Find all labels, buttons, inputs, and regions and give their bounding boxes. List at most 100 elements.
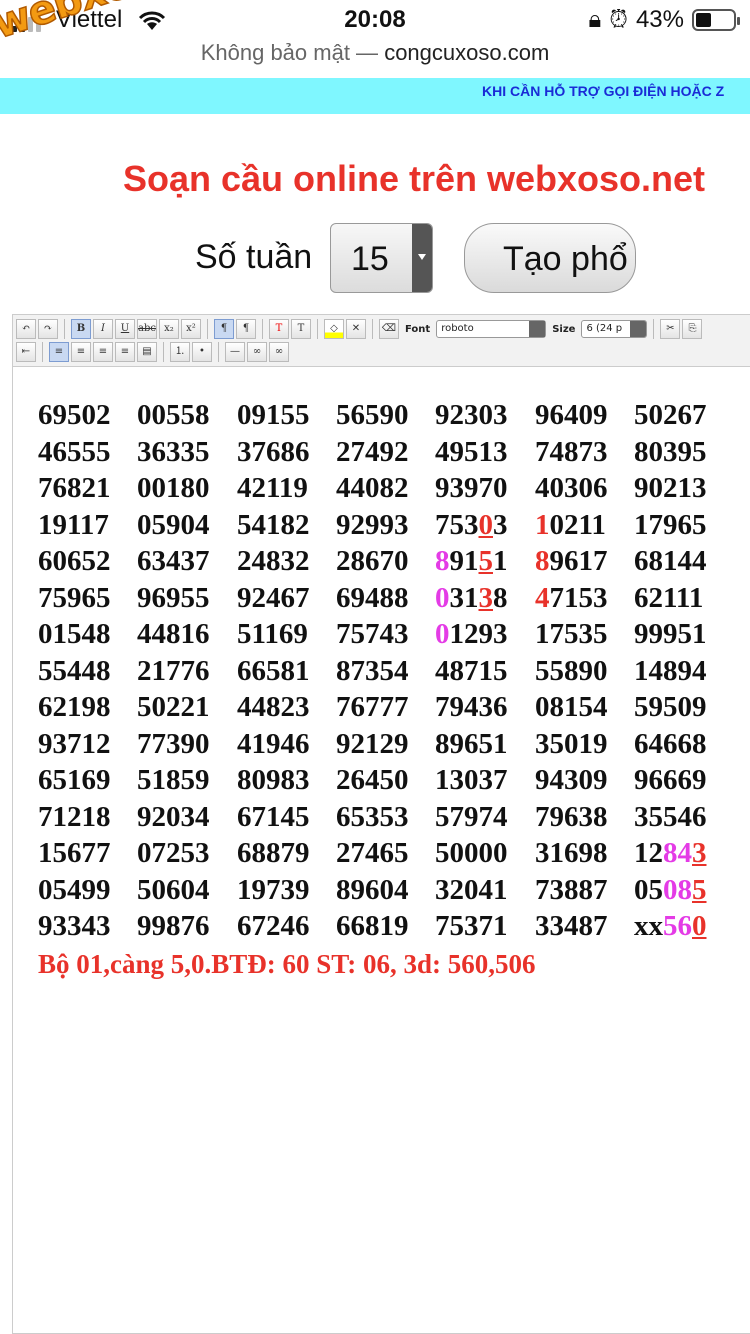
number-row: 71218 92034 67145 65353 57974 79638 35546 <box>38 801 748 838</box>
number-cell: 05904 <box>137 508 210 541</box>
size-value: 6 (24 p <box>586 323 623 334</box>
number-row: 62198 50221 44823 76777 79436 08154 59509 <box>38 691 748 728</box>
number-row: 05499 50604 19739 89604 32041 73887 05085 <box>38 874 748 911</box>
number-cell: 89151 <box>435 545 508 577</box>
number-row: 46555 36335 37686 27492 49513 74873 80395 <box>38 436 748 473</box>
number-cell: 00558 <box>137 399 210 431</box>
number-cell: 27492 <box>336 435 409 468</box>
number-cell: 44823 <box>237 691 310 723</box>
cut-icon[interactable]: ✂ <box>660 319 681 339</box>
number-cell: 50604 <box>137 873 210 906</box>
number-cell: 62198 <box>38 691 111 723</box>
copy-icon[interactable]: ⎘ <box>682 319 703 339</box>
font-value: roboto <box>441 323 474 334</box>
number-cell: 79638 <box>535 800 608 833</box>
number-cell: 96669 <box>634 764 707 796</box>
number-cell: 57974 <box>435 800 508 833</box>
ordered-list-icon[interactable]: ⒈ <box>170 342 190 362</box>
domain-label: congcuxoso.com <box>384 40 550 65</box>
number-cell: 69502 <box>38 399 111 431</box>
ltr-icon[interactable]: ¶ <box>214 319 234 339</box>
bold-icon[interactable]: B <box>71 319 91 339</box>
unlink-icon[interactable]: ∞ <box>269 342 289 362</box>
align-right-icon[interactable]: ≡ <box>93 342 113 362</box>
dropdown-arrow-icon <box>412 224 432 292</box>
link-icon[interactable]: ∞ <box>247 342 267 362</box>
italic-icon[interactable]: I <box>93 319 113 339</box>
number-cell: 47153 <box>535 581 608 614</box>
number-cell: 36335 <box>137 435 210 468</box>
weeks-label: Số tuần <box>195 238 313 276</box>
battery-icon <box>692 9 740 31</box>
strikethrough-icon[interactable]: abc <box>137 319 157 339</box>
number-cell: 80983 <box>237 764 310 796</box>
number-cell: 76821 <box>38 472 111 504</box>
number-cell: 35546 <box>634 800 707 833</box>
number-cell: 55448 <box>38 654 111 687</box>
clear-color-icon[interactable]: ✕ <box>346 319 366 339</box>
battery-percent: 43% <box>635 6 684 33</box>
text-color-icon[interactable]: T <box>269 319 289 339</box>
number-cell: 17965 <box>634 508 707 541</box>
number-cell: 93712 <box>38 727 111 760</box>
create-button-label: Tạo phổ <box>503 240 628 278</box>
number-cell: 00180 <box>137 472 210 504</box>
number-cell: 64668 <box>634 727 707 760</box>
rich-text-editor[interactable]: ↶ ↷ B I U abc x₂ x² ¶ ¶ T T ◇ ✕ ⌫ Font r… <box>12 314 750 1334</box>
number-row: 01548 44816 51169 75743 01293 17535 99951 <box>38 618 748 655</box>
number-cell: 75743 <box>336 618 409 650</box>
weeks-select[interactable]: 15 <box>330 223 433 293</box>
eraser-icon[interactable]: ⌫ <box>379 319 399 339</box>
undo-icon[interactable]: ↶ <box>16 319 36 339</box>
number-cell: 13037 <box>435 764 508 796</box>
highlight-color-icon[interactable]: ◇ <box>324 319 344 339</box>
rtl-icon[interactable]: ¶ <box>236 319 256 339</box>
number-cell: 42119 <box>237 472 308 504</box>
security-label: Không bảo mật — <box>200 40 379 65</box>
marquee-banner: KHI CẦN HỖ TRỢ GỌI ĐIỆN HOẶC Z <box>0 78 750 114</box>
number-cell: 80395 <box>634 435 707 468</box>
outdent-icon[interactable]: ⇤ <box>16 342 36 362</box>
alarm-icon: ⏰︎ <box>609 6 628 33</box>
number-cell: 19739 <box>237 873 310 906</box>
number-cell: 93970 <box>435 472 508 504</box>
number-row: 19117 05904 54182 92993 75303 10211 17965 <box>38 509 748 546</box>
number-cell: 44082 <box>336 472 409 504</box>
align-left-icon[interactable]: ≡ <box>49 342 69 362</box>
align-center-icon[interactable]: ≡ <box>71 342 91 362</box>
number-cell: 08154 <box>535 691 608 723</box>
align-justify-icon[interactable]: ≡ <box>115 342 135 362</box>
number-cell: 55890 <box>535 654 608 687</box>
number-cell: 35019 <box>535 727 608 760</box>
weeks-value: 15 <box>351 240 389 278</box>
horizontal-rule-icon[interactable]: — <box>225 342 245 362</box>
number-cell: 54182 <box>237 508 310 541</box>
font-select[interactable]: roboto <box>436 320 547 338</box>
number-cell: 24832 <box>237 545 310 577</box>
number-cell: 09155 <box>237 399 310 431</box>
editor-toolbar: ↶ ↷ B I U abc x₂ x² ¶ ¶ T T ◇ ✕ ⌫ Font r… <box>13 315 750 367</box>
number-row: 69502 00558 09155 56590 92303 96409 50267 <box>38 399 748 436</box>
number-cell: 50000 <box>435 837 508 869</box>
number-cell: 28670 <box>336 545 409 577</box>
url-bar[interactable]: Không bảo mật — congcuxoso.com <box>0 40 750 66</box>
unordered-list-icon[interactable]: • <box>192 342 212 362</box>
number-cell: xx560 <box>634 910 707 942</box>
size-select[interactable]: 6 (24 p <box>581 320 648 338</box>
number-cell: 65169 <box>38 764 111 796</box>
superscript-icon[interactable]: x² <box>181 319 201 339</box>
align-full-icon[interactable]: ▤ <box>137 342 157 362</box>
number-cell: 66819 <box>336 910 409 942</box>
subscript-icon[interactable]: x₂ <box>159 319 179 339</box>
number-cell: 92303 <box>435 399 508 431</box>
remove-format-icon[interactable]: T <box>291 319 311 339</box>
redo-icon[interactable]: ↷ <box>38 319 58 339</box>
editor-content[interactable]: 69502 00558 09155 56590 92303 96409 50267 46555… <box>38 399 748 980</box>
number-cell: 75303 <box>435 508 508 541</box>
number-row: 76821 00180 42119 44082 93970 40306 90213 <box>38 472 748 509</box>
number-row: 55448 21776 66581 87354 48715 55890 14894 <box>38 655 748 692</box>
create-button[interactable]: Tạo phổ <box>464 223 636 293</box>
number-cell: 89651 <box>435 727 508 760</box>
underline-icon[interactable]: U <box>115 319 135 339</box>
number-cell: 71218 <box>38 800 111 833</box>
